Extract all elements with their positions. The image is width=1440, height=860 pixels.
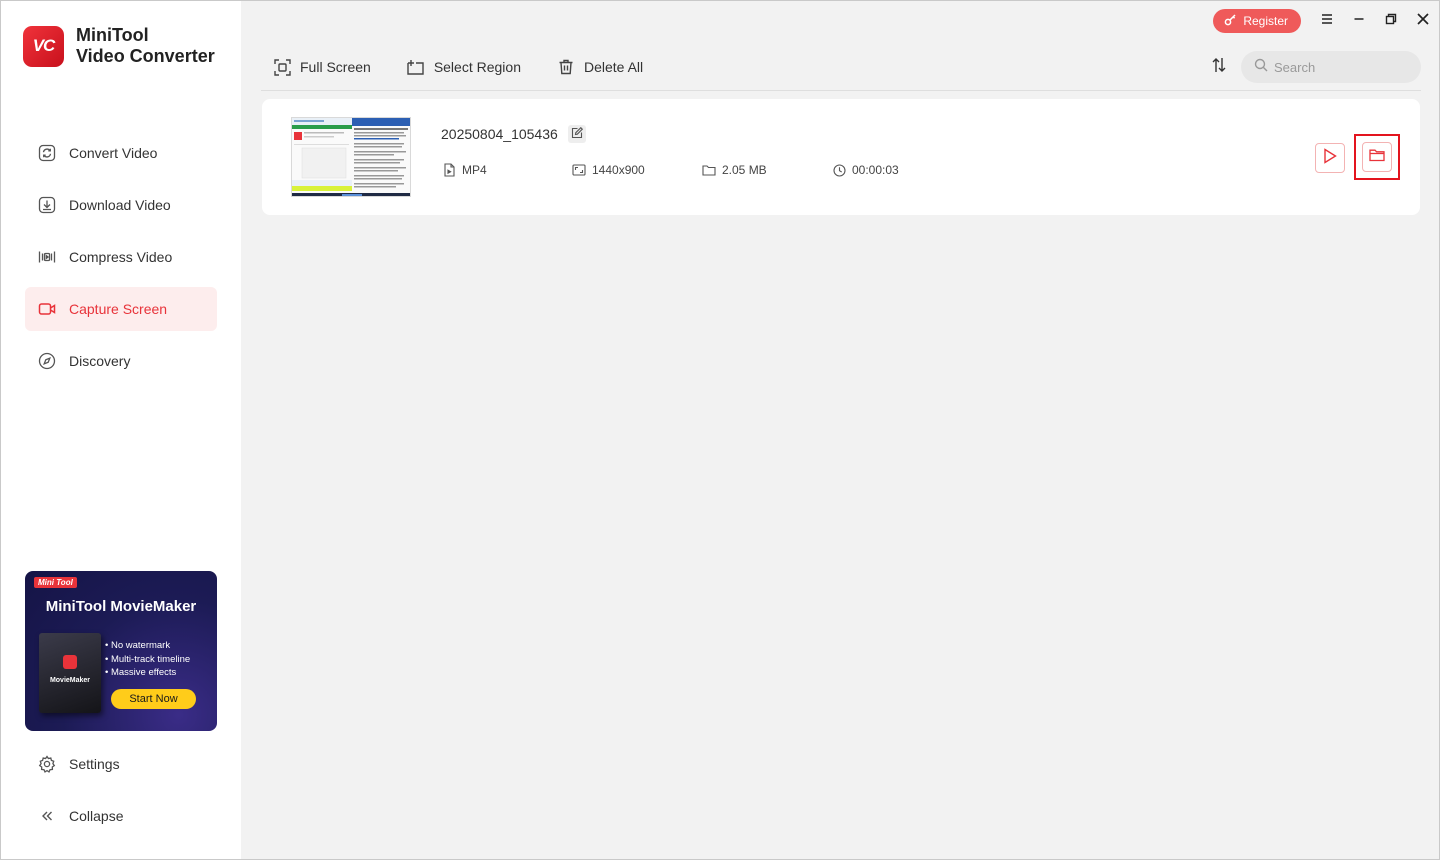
hamburger-menu-icon bbox=[1321, 12, 1333, 30]
close-button[interactable] bbox=[1407, 7, 1439, 35]
minimize-icon bbox=[1353, 12, 1365, 30]
sidebar-bottom-nav: Settings Collapse bbox=[25, 742, 217, 846]
full-screen-icon bbox=[273, 58, 291, 76]
promo-brand-tag: Mini Tool bbox=[34, 577, 77, 588]
size-value: 2.05 MB bbox=[722, 163, 767, 177]
sidebar-item-settings[interactable]: Settings bbox=[25, 742, 217, 786]
resolution-value: 1440x900 bbox=[592, 163, 645, 177]
promo-feature: No watermark bbox=[105, 639, 190, 653]
app-title: MiniTool Video Converter bbox=[76, 25, 215, 67]
open-folder-highlight bbox=[1354, 134, 1400, 180]
sidebar: VC MiniTool Video Converter Convert Vide… bbox=[1, 1, 241, 859]
restore-button[interactable] bbox=[1375, 7, 1407, 35]
file-video-icon bbox=[442, 163, 456, 177]
search-icon bbox=[1254, 58, 1268, 77]
brand: VC MiniTool Video Converter bbox=[23, 25, 215, 67]
close-icon bbox=[1416, 12, 1430, 31]
promo-title: MiniTool MovieMaker bbox=[45, 598, 197, 615]
sort-icon bbox=[1212, 57, 1226, 78]
recording-duration: 00:00:03 bbox=[832, 163, 899, 177]
register-label: Register bbox=[1243, 14, 1288, 28]
select-region-label: Select Region bbox=[433, 59, 521, 75]
video-camera-icon bbox=[37, 299, 57, 319]
search-input[interactable] bbox=[1274, 59, 1414, 75]
select-region-icon bbox=[407, 58, 425, 76]
download-icon bbox=[37, 195, 57, 215]
sidebar-item-download-video[interactable]: Download Video bbox=[25, 183, 217, 227]
compass-icon bbox=[37, 351, 57, 371]
app-window: VC MiniTool Video Converter Convert Vide… bbox=[0, 0, 1440, 860]
sidebar-item-label: Convert Video bbox=[69, 145, 158, 161]
recording-resolution: 1440x900 bbox=[572, 163, 645, 177]
main-panel: Register Full Screen Select Region Delet… bbox=[241, 1, 1439, 859]
trash-icon bbox=[557, 58, 575, 76]
delete-all-button[interactable]: Delete All bbox=[557, 58, 643, 76]
app-title-line2: Video Converter bbox=[76, 46, 215, 66]
sidebar-item-label: Compress Video bbox=[69, 249, 173, 265]
resolution-icon bbox=[572, 163, 586, 177]
start-now-button[interactable]: Start Now bbox=[111, 689, 196, 709]
promo-product-box: MovieMaker bbox=[39, 633, 101, 713]
rename-button[interactable] bbox=[567, 125, 586, 143]
moviemaker-logo-icon bbox=[63, 655, 77, 669]
sidebar-item-collapse[interactable]: Collapse bbox=[25, 794, 217, 838]
promo-feature: Multi-track timeline bbox=[105, 653, 190, 667]
sidebar-item-label: Download Video bbox=[69, 197, 171, 213]
recording-name-text: 20250804_105436 bbox=[441, 126, 558, 142]
sort-button[interactable] bbox=[1209, 57, 1229, 77]
folder-icon bbox=[702, 163, 716, 177]
sidebar-item-compress-video[interactable]: Compress Video bbox=[25, 235, 217, 279]
edit-icon bbox=[571, 126, 583, 142]
app-title-line1: MiniTool bbox=[76, 25, 149, 45]
titlebar: Register bbox=[1213, 7, 1439, 35]
promo-banner-moviemaker[interactable]: Mini Tool MiniTool MovieMaker MovieMaker… bbox=[25, 571, 217, 731]
sidebar-item-convert-video[interactable]: Convert Video bbox=[25, 131, 217, 175]
app-logo: VC bbox=[23, 25, 64, 67]
sidebar-item-label: Settings bbox=[69, 756, 120, 772]
full-screen-label: Full Screen bbox=[300, 59, 371, 75]
sidebar-nav: Convert Video Download Video Compress Vi… bbox=[25, 131, 217, 391]
sidebar-item-label: Collapse bbox=[69, 808, 124, 824]
folder-open-icon bbox=[1369, 148, 1385, 167]
recording-size: 2.05 MB bbox=[702, 163, 767, 177]
promo-feature: Massive effects bbox=[105, 666, 190, 680]
register-button[interactable]: Register bbox=[1213, 9, 1301, 33]
sidebar-item-capture-screen[interactable]: Capture Screen bbox=[25, 287, 217, 331]
format-value: MP4 bbox=[462, 163, 487, 177]
delete-all-label: Delete All bbox=[583, 59, 644, 75]
toolbar-divider bbox=[261, 90, 1421, 91]
sidebar-item-discovery[interactable]: Discovery bbox=[25, 339, 217, 383]
video-thumbnail[interactable] bbox=[291, 117, 411, 197]
compress-icon bbox=[37, 247, 57, 267]
recording-format: MP4 bbox=[442, 163, 487, 177]
promo-feature-list: No watermark Multi-track timeline Massiv… bbox=[105, 639, 190, 680]
toolbar: Full Screen Select Region Delete All bbox=[273, 51, 679, 83]
select-region-button[interactable]: Select Region bbox=[407, 58, 521, 76]
open-folder-button[interactable] bbox=[1362, 142, 1392, 172]
play-icon bbox=[1323, 147, 1337, 169]
restore-icon bbox=[1385, 12, 1397, 30]
promo-box-name: MovieMaker bbox=[49, 677, 91, 684]
search-box bbox=[1241, 51, 1421, 83]
recording-name: 20250804_105436 bbox=[441, 125, 586, 143]
full-screen-button[interactable]: Full Screen bbox=[273, 58, 371, 76]
double-chevron-left-icon bbox=[37, 806, 57, 826]
convert-icon bbox=[37, 143, 57, 163]
gear-icon bbox=[37, 754, 57, 774]
recording-item[interactable]: 20250804_105436 MP4 1440x900 2.05 MB 00:… bbox=[262, 99, 1420, 215]
sidebar-item-label: Capture Screen bbox=[69, 301, 168, 317]
play-button[interactable] bbox=[1315, 143, 1345, 173]
sidebar-item-label: Discovery bbox=[69, 353, 131, 369]
clock-icon bbox=[832, 163, 846, 177]
duration-value: 00:00:03 bbox=[852, 163, 899, 177]
menu-button[interactable] bbox=[1311, 7, 1343, 35]
minimize-button[interactable] bbox=[1343, 7, 1375, 35]
key-icon bbox=[1224, 13, 1237, 29]
